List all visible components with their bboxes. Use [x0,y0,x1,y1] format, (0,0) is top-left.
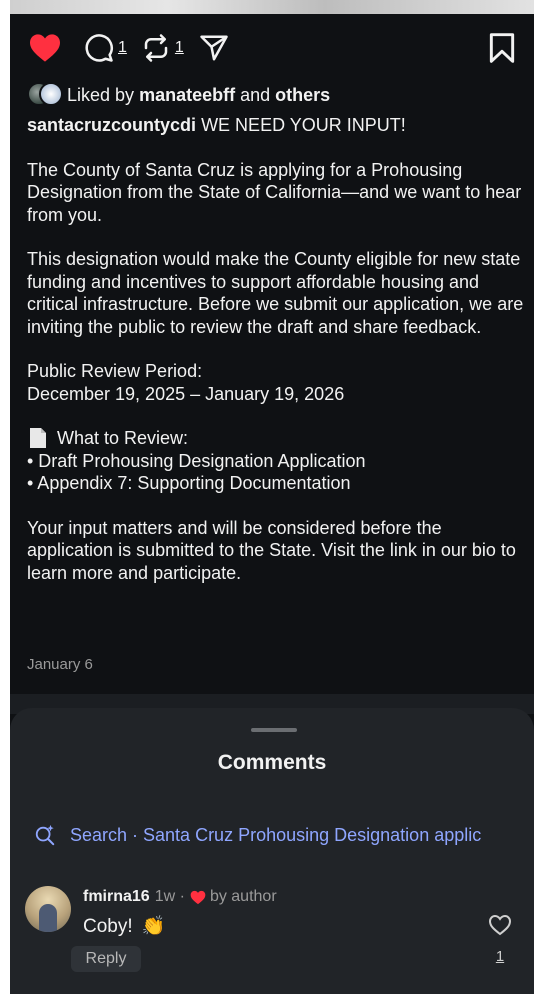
comments-sheet: Comments Search · Santa Cruz Prohousing … [10,708,534,994]
what-to-review-label: What to Review: [57,428,189,448]
search-sparkle-icon [35,824,55,846]
liked-by-prefix: Liked by [67,84,135,105]
liker-avatars[interactable] [27,82,63,108]
sheet-drag-handle[interactable] [251,728,297,732]
liked-by-row[interactable]: Liked by manateebff and others [27,82,330,108]
repost-icon [144,34,168,62]
liked-by-others[interactable]: others [275,85,330,106]
comment-button[interactable]: 1 [84,33,127,63]
liked-by-author-label: by author [209,888,277,905]
repost-button[interactable]: 1 [141,33,184,63]
liker-avatar [39,82,63,106]
comments-title: Comments [217,751,327,774]
liked-by-user[interactable]: manateebff [139,85,235,106]
search-suggestion-text[interactable]: Search · Santa Cruz Prohousing Designati… [70,825,481,846]
clapping-hands-icon: 👏 [141,916,166,937]
caption-paragraph: This designation would make the County e… [27,249,524,337]
commenter-username[interactable]: fmirna16 [83,888,150,906]
send-paper-plane-icon [200,35,228,61]
comment-search-suggestion[interactable]: Search · Santa Cruz Prohousing Designati… [34,824,481,846]
post-screen: 1 1 Liked by manateebff and others santa… [10,0,534,994]
review-list: What to Review: • Draft Prohousing Desig… [27,427,527,495]
author-liked-heart-icon [190,890,206,904]
caption-paragraph: The County of Santa Cruz is applying for… [27,159,522,225]
review-item: • Appendix 7: Supporting Documentation [27,473,351,493]
comment-like-count[interactable]: 1 [496,948,504,965]
what-to-review-line: What to Review: [27,427,527,450]
document-icon [30,428,46,449]
save-bookmark-button[interactable] [488,32,516,69]
post-date: January 6 [27,656,93,673]
share-button[interactable] [198,33,230,63]
heart-outline-icon[interactable] [488,914,512,936]
heart-filled-icon [30,34,60,62]
liked-by-connector: and [240,84,271,105]
post-caption: santacruzcountycdi WE NEED YOUR INPUT! T… [27,114,527,606]
caption-headline-line: santacruzcountycdi WE NEED YOUR INPUT! [27,114,527,137]
reply-button[interactable]: Reply [71,946,141,972]
review-period-label: Public Review Period: [27,361,203,381]
caption-headline: WE NEED YOUR INPUT! [201,115,406,135]
bookmark-icon [489,33,515,63]
comment-text: Coby! [83,916,133,937]
comment-bubble-icon [85,34,113,62]
post-action-bar: 1 1 [28,30,516,66]
caption-username[interactable]: santacruzcountycdi [27,115,196,135]
commenter-avatar[interactable] [25,886,71,932]
comment-time: 1w · [154,888,185,905]
review-item: • Draft Prohousing Designation Applicati… [27,450,366,471]
comment-header: fmirna16 1w · by author [83,888,277,906]
comment-count[interactable]: 1 [118,39,127,57]
review-period: Public Review Period: December 19, 2025 … [27,360,527,405]
caption-paragraph: Your input matters and will be considere… [27,517,516,583]
comment-like: 1 [488,914,512,965]
comment-text-row: Coby! 👏 [83,914,166,938]
repost-count[interactable]: 1 [175,39,184,57]
review-period-dates: December 19, 2025 – January 19, 2026 [27,383,345,404]
post-image-edge[interactable] [10,0,534,14]
like-button[interactable] [28,33,62,63]
comment-item: fmirna16 1w · by author Coby! 👏 Reply 1 [25,886,534,976]
